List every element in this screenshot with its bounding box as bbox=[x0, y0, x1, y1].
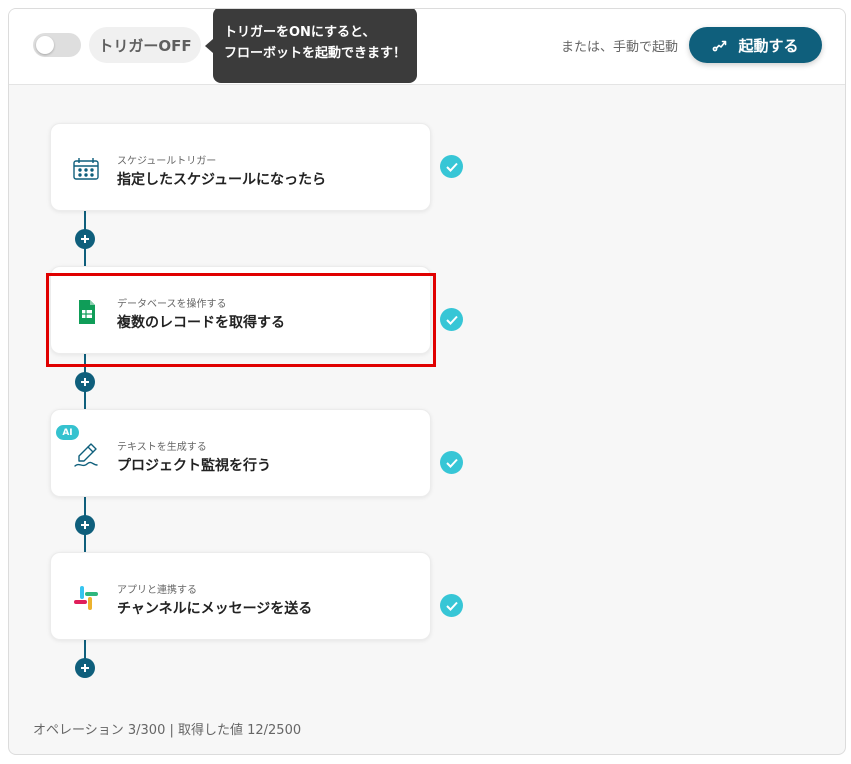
step-category: テキストを生成する bbox=[117, 442, 207, 453]
flow-step-generate-text[interactable]: テキストを生成する プロジェクト監視を行う bbox=[50, 409, 431, 497]
step-category: スケジュールトリガー bbox=[117, 156, 217, 167]
slack-icon bbox=[71, 583, 101, 613]
step-title: プロジェクト監視を行う bbox=[117, 458, 271, 474]
step-title: 指定したスケジュールになったら bbox=[117, 172, 327, 188]
flow-canvas: スケジュールトリガー 指定したスケジュールになったら データベースを操作する 複… bbox=[9, 86, 845, 754]
flow-step-get-records[interactable]: データベースを操作する 複数のレコードを取得する bbox=[50, 266, 431, 354]
add-step-button[interactable] bbox=[75, 372, 95, 392]
check-icon bbox=[440, 308, 463, 331]
flow-step-schedule-trigger[interactable]: スケジュールトリガー 指定したスケジュールになったら bbox=[50, 123, 431, 211]
plus-icon bbox=[81, 378, 89, 386]
check-icon bbox=[440, 451, 463, 474]
tooltip-line-1: トリガーをONにすると、 bbox=[224, 25, 376, 40]
trigger-tooltip: トリガーをONにすると、 フローボットを起動できます！ bbox=[205, 9, 417, 83]
plus-icon bbox=[81, 521, 89, 529]
manual-start-text: または、手動で起動 bbox=[561, 40, 679, 55]
step-title: 複数のレコードを取得する bbox=[117, 315, 285, 331]
check-icon bbox=[440, 594, 463, 617]
plus-icon bbox=[81, 235, 89, 243]
google-sheets-icon bbox=[71, 297, 101, 327]
trigger-status-label: トリガーOFF bbox=[89, 27, 201, 63]
step-category: アプリと連携する bbox=[117, 585, 197, 596]
add-step-button[interactable] bbox=[75, 658, 95, 678]
add-step-button[interactable] bbox=[75, 515, 95, 535]
add-step-button[interactable] bbox=[75, 229, 95, 249]
start-button-label: 起動する bbox=[738, 36, 799, 55]
flowbot-header: トリガーOFF トリガーをONにすると、 フローボットを起動できます！ または、… bbox=[9, 9, 845, 85]
tooltip-line-2: フローボットを起動できます！ bbox=[224, 46, 407, 61]
flow-step-send-message[interactable]: アプリと連携する チャンネルにメッセージを送る bbox=[50, 552, 431, 640]
flowbot-panel: トリガーOFF トリガーをONにすると、 フローボットを起動できます！ または、… bbox=[8, 8, 846, 755]
operation-usage-text: オペレーション 3/300 | 取得した値 12/2500 bbox=[33, 723, 302, 738]
ai-pen-icon bbox=[71, 440, 101, 470]
trigger-toggle[interactable] bbox=[33, 33, 81, 57]
toggle-knob bbox=[36, 36, 54, 54]
calendar-clock-icon bbox=[71, 154, 101, 184]
route-icon bbox=[712, 37, 728, 53]
step-category: データベースを操作する bbox=[117, 299, 227, 310]
check-icon bbox=[440, 155, 463, 178]
start-button[interactable]: 起動する bbox=[689, 27, 822, 63]
step-title: チャンネルにメッセージを送る bbox=[117, 601, 313, 617]
ai-badge: AI bbox=[56, 425, 79, 440]
plus-icon bbox=[81, 664, 89, 672]
